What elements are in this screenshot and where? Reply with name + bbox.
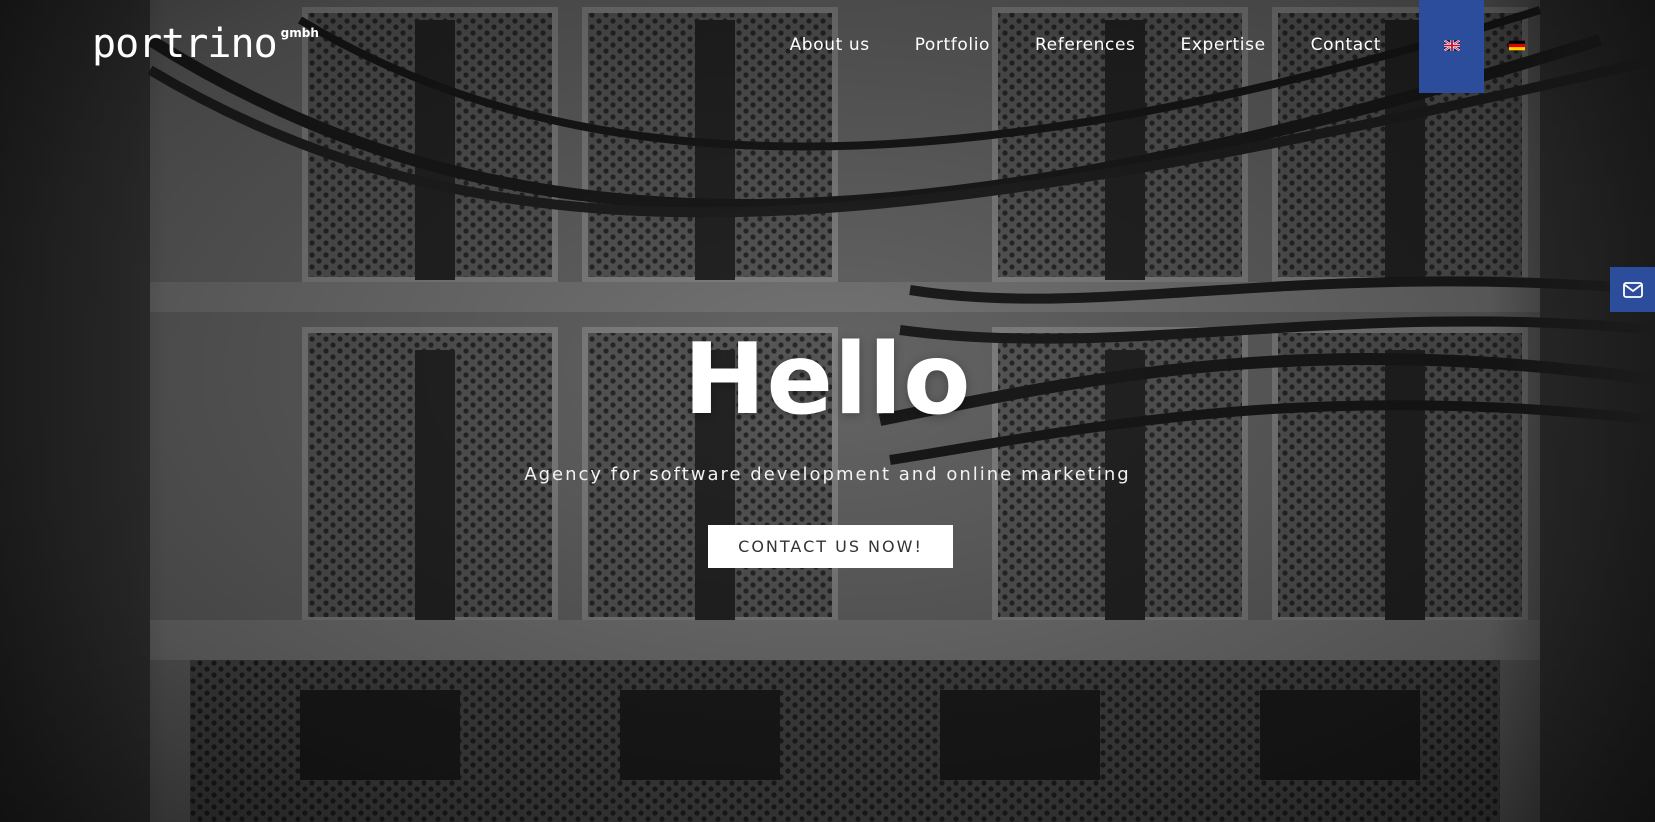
- side-contact-tab[interactable]: [1610, 267, 1655, 312]
- main-navigation: About us Portfolio References Expertise …: [767, 0, 1655, 93]
- envelope-icon: [1622, 281, 1643, 298]
- nav-item-expertise[interactable]: Expertise: [1158, 0, 1288, 93]
- logo-suffix: gmbh: [280, 26, 319, 40]
- uk-flag-icon: [1443, 40, 1460, 51]
- contact-us-button[interactable]: CONTACT US NOW!: [708, 525, 953, 568]
- language-switch-german[interactable]: [1484, 0, 1549, 93]
- hero-section: portrino gmbh About us Portfolio Referen…: [0, 0, 1655, 822]
- nav-item-portfolio[interactable]: Portfolio: [892, 0, 1012, 93]
- hero-subtitle: Agency for software development and onli…: [524, 464, 1131, 485]
- logo-wordmark: portrino: [92, 21, 278, 67]
- nav-item-contact[interactable]: Contact: [1288, 0, 1403, 93]
- hero-title: Hello: [683, 323, 972, 437]
- nav-item-references[interactable]: References: [1012, 0, 1157, 93]
- language-switch-english[interactable]: [1419, 0, 1484, 93]
- german-flag-icon: [1508, 40, 1525, 51]
- nav-item-about-us[interactable]: About us: [767, 0, 892, 93]
- company-logo[interactable]: portrino gmbh: [92, 22, 319, 66]
